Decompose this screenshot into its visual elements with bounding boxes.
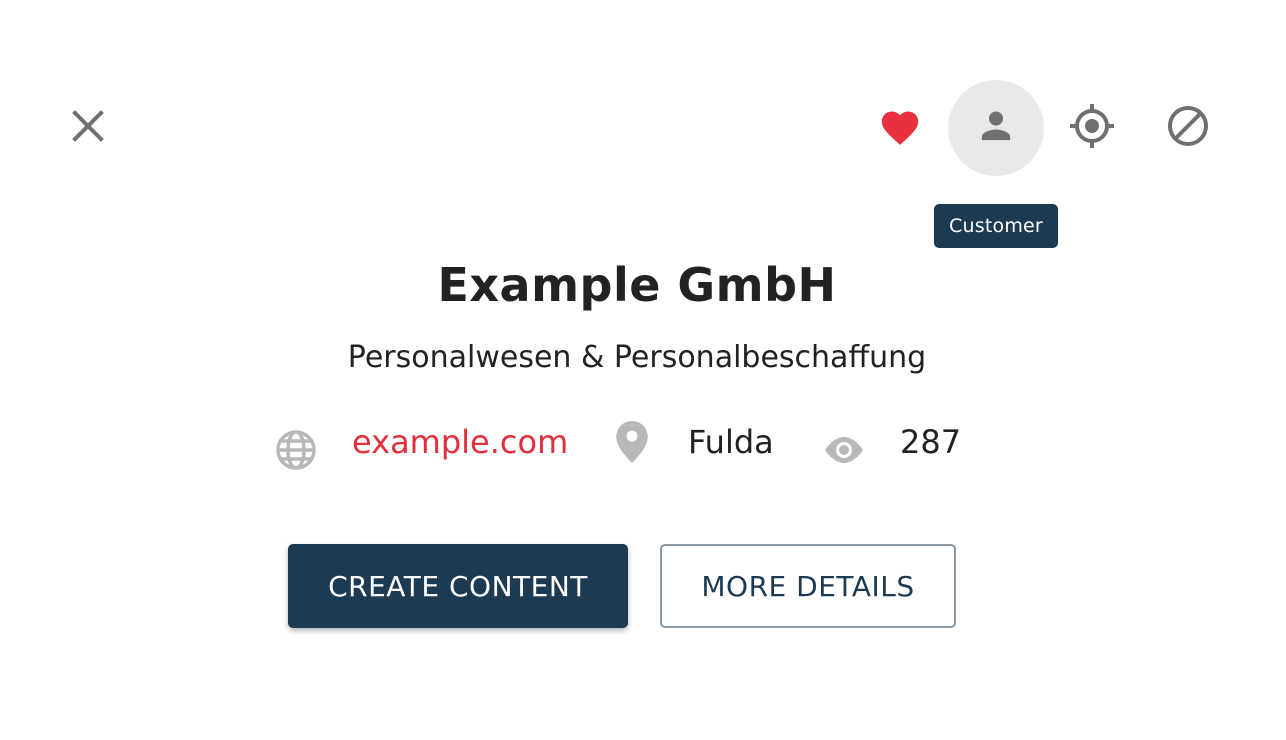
crosshair-icon [1068,102,1116,154]
globe-icon [274,428,318,472]
close-icon [71,109,105,147]
customer-button[interactable] [948,80,1044,176]
heart-icon [878,106,922,150]
company-industry: Personalwesen & Personalbeschaffung [347,340,927,375]
close-button[interactable] [64,104,112,152]
eye-icon [820,432,868,468]
view-count: 287 [900,423,962,461]
location-pin-icon [612,420,652,464]
block-icon [1166,104,1210,152]
create-content-button[interactable]: CREATE CONTENT [288,544,628,628]
favorite-button[interactable] [874,102,926,154]
more-details-button[interactable]: MORE DETAILS [660,544,956,628]
website-link[interactable]: example.com [352,420,568,464]
city-text: Fulda [688,423,774,461]
locate-button[interactable] [1066,102,1118,154]
customer-tooltip: Customer [934,204,1058,248]
block-button[interactable] [1162,102,1214,154]
company-name: Example GmbH [437,258,837,312]
person-icon [976,106,1016,150]
